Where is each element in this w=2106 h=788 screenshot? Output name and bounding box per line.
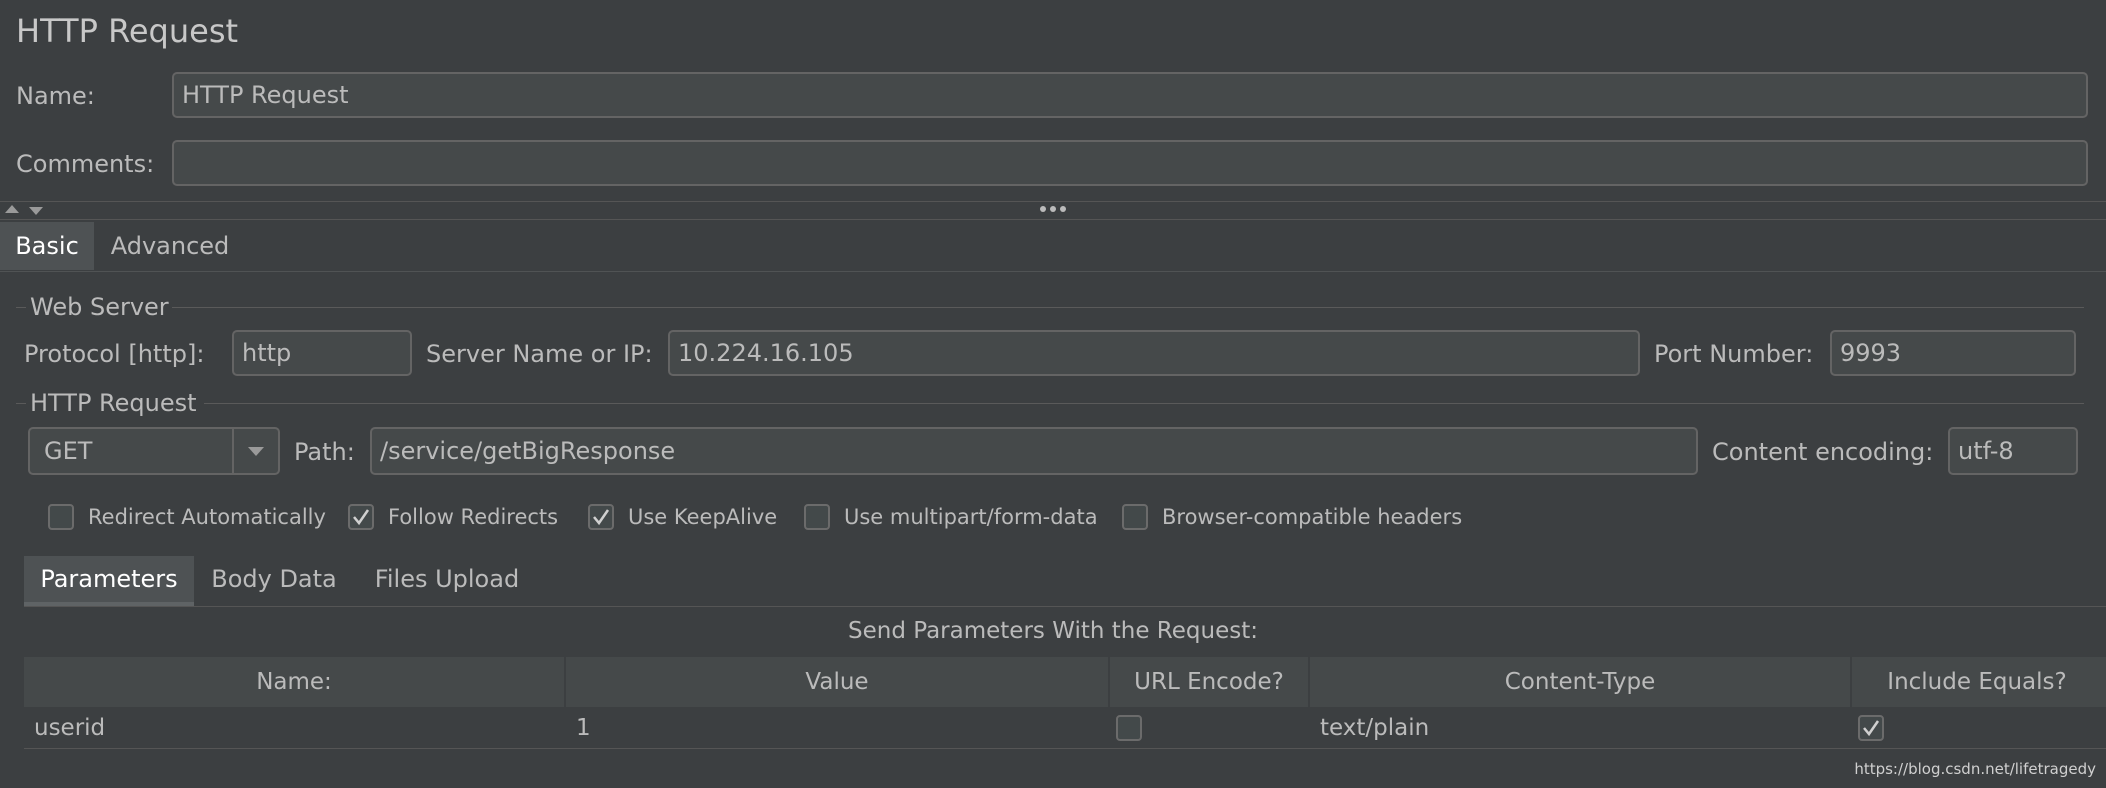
- use-multipart-checkbox[interactable]: [804, 504, 830, 530]
- splitter-line-top: [0, 201, 2106, 202]
- tabs-divider: [0, 271, 2106, 272]
- name-field[interactable]: HTTP Request: [172, 72, 2088, 118]
- browser-compatible-option[interactable]: Browser-compatible headers: [1122, 504, 1462, 530]
- group-line: [204, 403, 2084, 404]
- method-select[interactable]: GET: [28, 427, 280, 475]
- server-name-label: Server Name or IP:: [426, 340, 653, 368]
- http-request-group-title: HTTP Request: [30, 389, 197, 417]
- checkmark-icon: [353, 509, 370, 526]
- column-header-name[interactable]: Name:: [24, 657, 564, 707]
- column-header-content-type[interactable]: Content-Type: [1310, 657, 1850, 707]
- port-number-label: Port Number:: [1654, 340, 1814, 368]
- tab-body-data[interactable]: Body Data: [204, 556, 344, 602]
- name-label: Name:: [16, 82, 95, 110]
- table-row-divider: [24, 748, 2106, 749]
- use-keepalive-label: Use KeepAlive: [628, 505, 778, 529]
- browser-compatible-checkbox[interactable]: [1122, 504, 1148, 530]
- table-cell-url-encode[interactable]: [1110, 708, 1308, 748]
- checkmark-icon: [1863, 720, 1880, 737]
- redirect-automatically-checkbox[interactable]: [48, 504, 74, 530]
- group-line: [16, 403, 26, 404]
- follow-redirects-option[interactable]: Follow Redirects: [348, 504, 558, 530]
- column-header-value[interactable]: Value: [566, 657, 1108, 707]
- splitter-line-bottom: [0, 219, 2106, 220]
- collapse-down-icon[interactable]: [29, 207, 43, 215]
- path-field[interactable]: /service/getBigResponse: [370, 427, 1698, 475]
- redirect-automatically-option[interactable]: Redirect Automatically: [48, 504, 326, 530]
- path-label: Path:: [294, 438, 355, 466]
- port-number-field[interactable]: 9993: [1830, 330, 2076, 376]
- group-line: [172, 307, 2084, 308]
- chevron-down-icon: [248, 446, 264, 456]
- watermark-text: https://blog.csdn.net/lifetragedy: [1854, 760, 2096, 778]
- tab-advanced[interactable]: Advanced: [104, 222, 236, 270]
- follow-redirects-label: Follow Redirects: [388, 505, 559, 529]
- use-multipart-label: Use multipart/form-data: [844, 505, 1098, 529]
- parameters-caption: Send Parameters With the Request:: [848, 618, 1258, 644]
- content-encoding-field[interactable]: utf-8: [1948, 427, 2078, 475]
- table-cell-name[interactable]: userid: [24, 708, 564, 748]
- include-equals-checkbox[interactable]: [1858, 715, 1884, 741]
- comments-label: Comments:: [16, 150, 155, 178]
- tab-parameters[interactable]: Parameters: [24, 556, 194, 602]
- follow-redirects-checkbox[interactable]: [348, 504, 374, 530]
- table-cell-content-type[interactable]: text/plain: [1310, 708, 1850, 748]
- splitter-handle-icon[interactable]: [1040, 206, 1066, 212]
- tab-files-upload[interactable]: Files Upload: [360, 556, 534, 602]
- use-keepalive-option[interactable]: Use KeepAlive: [588, 504, 777, 530]
- server-name-field[interactable]: 10.224.16.105: [668, 330, 1640, 376]
- protocol-field[interactable]: http: [232, 330, 412, 376]
- table-cell-value[interactable]: 1: [566, 708, 1108, 748]
- page-title: HTTP Request: [16, 12, 239, 50]
- use-keepalive-checkbox[interactable]: [588, 504, 614, 530]
- redirect-automatically-label: Redirect Automatically: [88, 505, 326, 529]
- tab-basic[interactable]: Basic: [0, 222, 94, 270]
- checkmark-icon: [593, 509, 610, 526]
- table-cell-include-equals[interactable]: [1852, 708, 2102, 748]
- content-encoding-label: Content encoding:: [1712, 438, 1934, 466]
- column-header-include-equals[interactable]: Include Equals?: [1852, 657, 2102, 707]
- group-line: [16, 307, 26, 308]
- url-encode-checkbox[interactable]: [1116, 715, 1142, 741]
- method-value: GET: [44, 437, 93, 465]
- browser-compatible-label: Browser-compatible headers: [1162, 505, 1463, 529]
- comments-field[interactable]: [172, 140, 2088, 186]
- use-multipart-option[interactable]: Use multipart/form-data: [804, 504, 1098, 530]
- subtabs-divider: [24, 606, 2106, 607]
- column-header-url-encode[interactable]: URL Encode?: [1110, 657, 1308, 707]
- collapse-up-icon[interactable]: [5, 205, 19, 213]
- method-dropdown-button[interactable]: [232, 429, 278, 473]
- protocol-label: Protocol [http]:: [24, 340, 205, 368]
- web-server-group-title: Web Server: [30, 293, 169, 321]
